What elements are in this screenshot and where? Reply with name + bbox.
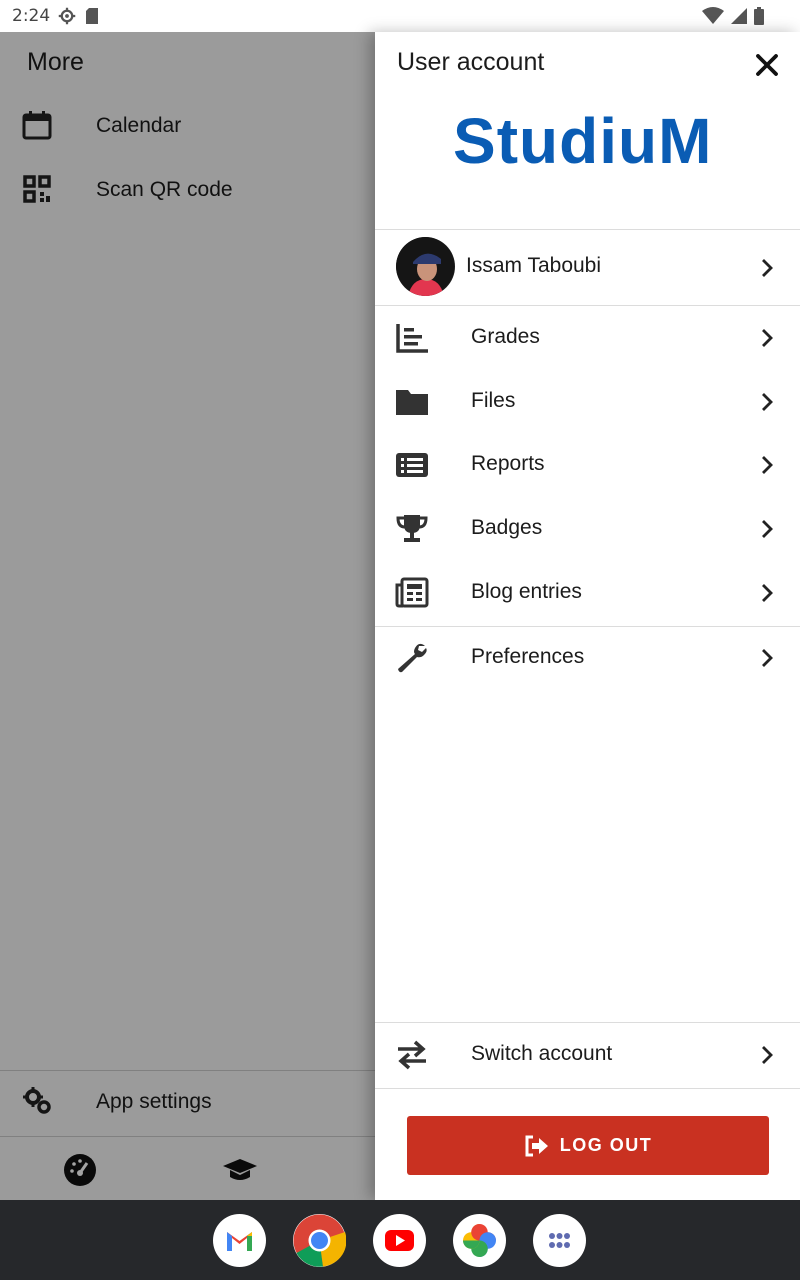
folder-icon [396,390,428,415]
photos-app-icon[interactable] [453,1214,506,1267]
studium-logo: StudiuM [453,105,713,177]
newspaper-icon [395,577,429,608]
menu-item-files[interactable]: Files [375,370,800,434]
logout-icon [525,1135,548,1156]
menu-item-blog-entries[interactable]: Blog entries [375,561,800,625]
logout-button[interactable]: LOG OUT [407,1116,769,1175]
settings-gear-icon [58,7,76,25]
gmail-app-icon[interactable] [213,1214,266,1267]
swap-arrows-icon [398,1040,426,1070]
logout-label: LOG OUT [559,1135,653,1155]
menu-item-label: Files [471,389,516,412]
divider [375,1088,800,1089]
menu-item-reports[interactable]: Reports [375,433,800,497]
drawer-scrim[interactable] [0,32,375,1200]
chevron-right-icon [762,329,773,347]
menu-item-label: Badges [471,516,543,539]
app-drawer-icon[interactable] [533,1214,586,1267]
trophy-icon [396,515,428,542]
switch-account-label: Switch account [471,1042,613,1065]
chevron-right-icon [762,393,773,411]
list-icon [396,453,428,477]
status-time: 2:24 [12,6,51,26]
avatar [396,237,455,296]
wrench-icon [398,643,427,673]
menu-item-badges[interactable]: Badges [375,497,800,561]
user-profile-row[interactable]: Issam Taboubi [375,230,800,306]
chevron-right-icon [762,584,773,602]
chevron-right-icon [762,1046,773,1064]
sd-card-icon [86,8,98,24]
chrome-app-icon[interactable] [293,1214,347,1267]
grades-chart-icon [396,324,428,353]
menu-item-label: Grades [471,325,540,348]
chevron-right-icon [762,649,773,667]
menu-item-preferences[interactable]: Preferences [375,626,800,690]
chevron-right-icon [762,456,773,474]
chevron-right-icon [762,259,773,277]
menu-item-grades[interactable]: Grades [375,306,800,370]
youtube-app-icon[interactable] [373,1214,426,1267]
drawer-title: User account [397,48,545,76]
menu-item-label: Preferences [471,645,585,668]
app-dock [0,1200,800,1280]
wifi-icon [702,7,724,24]
signal-icon [731,8,747,24]
close-icon[interactable] [752,50,782,80]
menu-item-label: Blog entries [471,580,582,603]
user-name: Issam Taboubi [466,254,602,277]
switch-account-item[interactable]: Switch account [375,1023,800,1087]
status-bar: 2:24 [0,0,800,32]
menu-item-label: Reports [471,452,545,475]
user-account-drawer: User account StudiuM Issam Taboubi Grade… [375,32,800,1200]
chevron-right-icon [762,520,773,538]
battery-icon [754,7,764,25]
